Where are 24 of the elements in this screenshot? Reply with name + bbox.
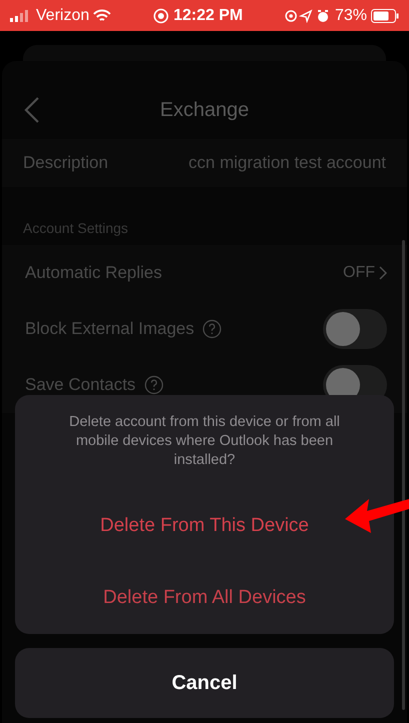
wifi-icon: [93, 8, 112, 22]
nav-title: Exchange: [160, 98, 249, 123]
battery-percent: 73%: [334, 6, 367, 26]
delete-action-button[interactable]: Delete From This Device: [15, 490, 394, 562]
status-icons: [284, 8, 331, 22]
setting-value: OFF: [343, 261, 387, 285]
battery-icon: [371, 8, 399, 22]
arrow-annotation: [345, 497, 409, 533]
chevron-right-icon: [379, 266, 387, 280]
help-icon[interactable]: [202, 319, 222, 339]
carrier-name: Verizon: [36, 6, 90, 26]
setting-label: Block External Images: [25, 318, 194, 340]
clock-time: 12:22 PM: [173, 6, 243, 26]
delete-action-button[interactable]: Delete From All Devices: [15, 562, 394, 634]
setting-label: Automatic Replies: [25, 262, 162, 284]
description-label: Description: [23, 152, 108, 174]
setting-label: Save Contacts: [25, 374, 136, 396]
record-icon: [153, 8, 170, 24]
toggle-switch[interactable]: [323, 309, 387, 349]
back-icon[interactable]: [24, 96, 40, 124]
help-icon[interactable]: [144, 375, 164, 395]
description-value: ccn migration test account: [188, 152, 386, 174]
action-message: Delete account from this device or from all mobile devices where Outlook has been installed?: [68, 413, 341, 470]
cancel-button[interactable]: Cancel: [15, 648, 394, 718]
